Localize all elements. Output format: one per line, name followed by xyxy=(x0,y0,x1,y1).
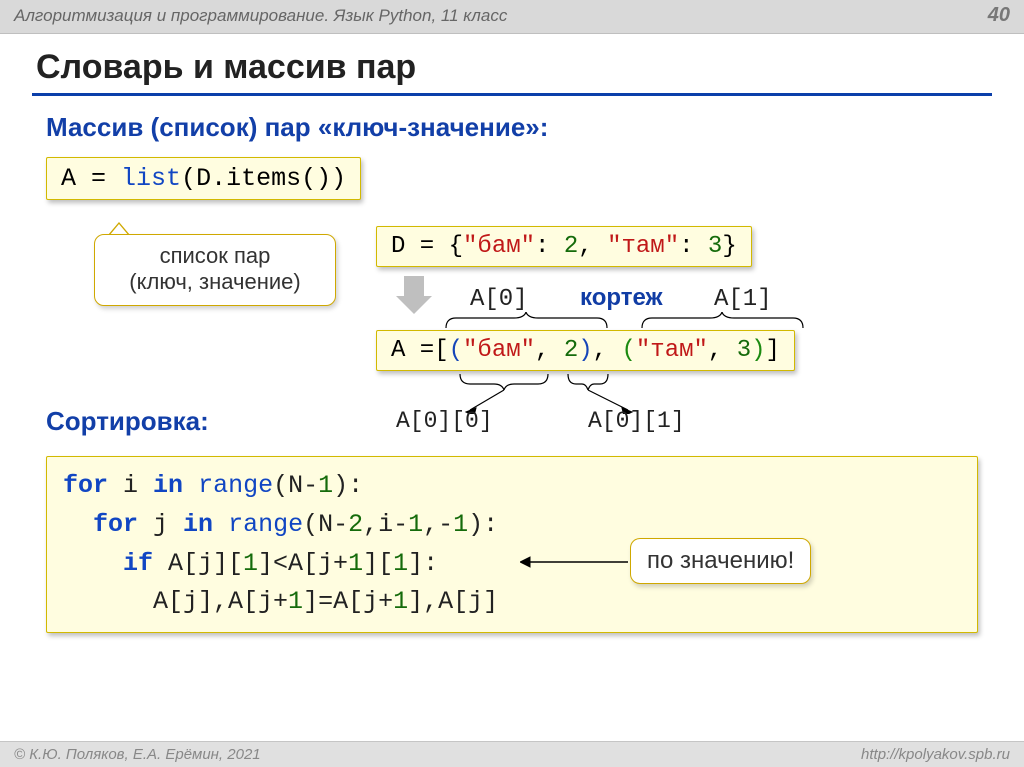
code-sort-wrap: for i in range(N-1): for j in range(N-2,… xyxy=(46,456,978,633)
code-array-wrap: A =[("бам", 2), ("там", 3)] xyxy=(376,330,795,371)
code-list-items: A = list(D.items()) xyxy=(46,157,361,200)
code-row-1: A = list(D.items()) xyxy=(46,157,1024,200)
callout-by-value: по значению! xyxy=(630,538,811,584)
callout-by-value-text: по значению! xyxy=(647,547,794,574)
copyright-text: © К.Ю. Поляков, Е.А. Ерёмин, 2021 xyxy=(14,746,261,763)
section-heading-1: Массив (список) пар «ключ-значение»: xyxy=(0,108,1024,153)
code-dict-wrap: D = {"бам": 2, "там": 3} xyxy=(376,226,752,267)
brace-top-right xyxy=(640,312,805,330)
course-title: Алгоритмизация и программирование. Язык … xyxy=(14,6,507,26)
callout-by-value-arrow xyxy=(520,552,632,574)
title-rule xyxy=(32,93,992,96)
section-heading-2: Сортировка: xyxy=(0,406,255,447)
code-sort: for i in range(N-1): for j in range(N-2,… xyxy=(46,456,978,633)
code-dict: D = {"бам": 2, "там": 3} xyxy=(376,226,752,267)
callout-line2: (ключ, значение) xyxy=(111,269,319,295)
page-title: Словарь и массив пар xyxy=(0,34,1024,93)
callout-pairs-list: список пар (ключ, значение) xyxy=(94,234,336,306)
brace-top-left xyxy=(444,312,609,330)
code-array: A =[("бам", 2), ("там", 3)] xyxy=(376,330,795,371)
label-a00: A[0][0] xyxy=(396,408,493,434)
label-a1: A[1] xyxy=(714,286,772,313)
label-a01: A[0][1] xyxy=(588,408,685,434)
footer-url: http://kpolyakov.spb.ru xyxy=(861,746,1010,763)
header-bar: Алгоритмизация и программирование. Язык … xyxy=(0,0,1024,34)
callout-line1: список пар xyxy=(111,243,319,269)
label-tuple: кортеж xyxy=(580,284,663,312)
arrow-down-icon xyxy=(396,276,432,316)
label-a0: A[0] xyxy=(470,286,528,313)
footer-bar: © К.Ю. Поляков, Е.А. Ерёмин, 2021 http:/… xyxy=(0,741,1024,767)
page-number: 40 xyxy=(988,4,1010,27)
